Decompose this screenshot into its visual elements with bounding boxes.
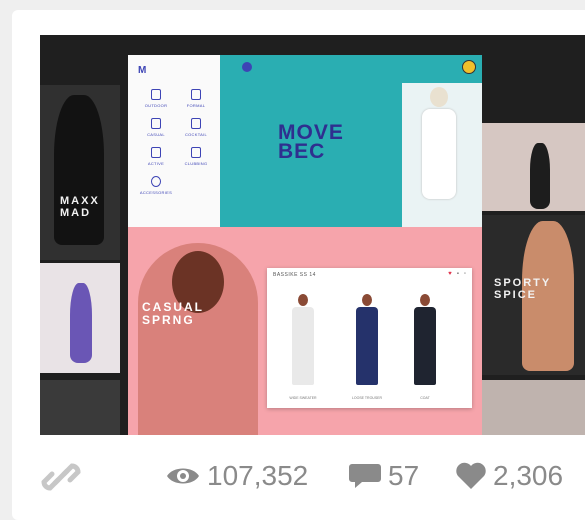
heart-icon	[456, 462, 486, 489]
outdoor-icon	[151, 89, 161, 100]
product-model	[349, 294, 385, 394]
promo-label: CASUAL SPRNG	[142, 300, 204, 327]
nav-label: OUTDOOR	[144, 103, 168, 108]
comments-stat[interactable]: 57	[348, 460, 419, 492]
formal-icon	[191, 89, 201, 100]
collage-tile: SPORTY SPICE	[482, 215, 585, 375]
product-card: BASSIKE SS 14 ♥ ▪ ▫ WIDE SWEATER LOOSE T…	[267, 268, 472, 408]
hero-title: MOVE BEC	[278, 121, 344, 163]
product-model	[407, 294, 443, 394]
collage-tile	[482, 123, 585, 211]
nav-label: CASUAL	[147, 132, 165, 137]
casual-icon	[151, 118, 161, 129]
likes-stat[interactable]: 2,306	[455, 460, 563, 492]
nav-item-cocktail: COCKTAIL	[176, 118, 216, 137]
nav-item-formal: FORMAL	[176, 89, 216, 108]
active-icon	[151, 147, 161, 158]
shot-preview[interactable]: MAXX MAD SPORTY SPICE M OUTDOOR FORMAL C…	[40, 35, 585, 435]
product-label: WIDE SWEATER	[289, 396, 317, 400]
product-model	[285, 294, 321, 394]
tile-label: SPORTY SPICE	[494, 277, 552, 301]
top-bar	[220, 55, 482, 79]
comment-icon	[349, 464, 381, 488]
eye-icon	[167, 468, 199, 484]
views-stat: 107,352	[165, 460, 308, 492]
collage-tile	[40, 380, 120, 435]
likes-count: 2,306	[493, 460, 564, 491]
cocktail-icon	[191, 118, 201, 129]
heart-icon: ♥	[448, 271, 452, 277]
shot-stats: 107,352 57 2,306	[0, 448, 585, 498]
hero-banner: MOVE BEC	[220, 55, 482, 227]
tile-label: MAXX MAD	[60, 195, 100, 219]
avatar	[462, 60, 476, 74]
product-label: LOOSE TROUSER	[351, 396, 383, 400]
comments-count: 57	[388, 460, 420, 491]
share-icon: ▫	[463, 271, 466, 277]
accessories-icon	[151, 176, 161, 187]
nav-label: ACTIVE	[147, 161, 165, 166]
nav-label: COCKTAIL	[184, 132, 208, 137]
nav-item-active: ACTIVE	[136, 147, 176, 166]
search-icon	[242, 62, 252, 72]
category-nav: M OUTDOOR FORMAL CASUAL COCKTAIL ACTIVE …	[128, 55, 221, 227]
collage-tile: MAXX MAD	[40, 85, 120, 260]
brand-logo-icon: M	[138, 65, 147, 76]
collage-tile	[482, 380, 585, 435]
product-label: COAT	[420, 396, 430, 400]
nav-label: FORMAL	[186, 103, 206, 108]
nav-label: CLUBBING	[184, 161, 208, 166]
nav-item-casual: CASUAL	[136, 118, 176, 137]
nav-item-accessories: ACCESSORIES	[136, 176, 176, 195]
app-mockup: M OUTDOOR FORMAL CASUAL COCKTAIL ACTIVE …	[128, 55, 482, 435]
views-count: 107,352	[207, 460, 309, 491]
product-actions: ♥ ▪ ▫	[448, 271, 466, 277]
product-title: BASSIKE SS 14	[273, 272, 316, 278]
link-icon[interactable]	[40, 456, 82, 498]
bag-icon: ▪	[456, 271, 459, 277]
nav-item-clubbing: CLUBBING	[176, 147, 216, 166]
nav-item-outdoor: OUTDOOR	[136, 89, 176, 108]
hero-image	[402, 83, 482, 227]
promo-image	[138, 243, 258, 435]
collage-tile	[40, 263, 120, 373]
nav-label: ACCESSORIES	[139, 190, 173, 195]
clubbing-icon	[191, 147, 201, 158]
